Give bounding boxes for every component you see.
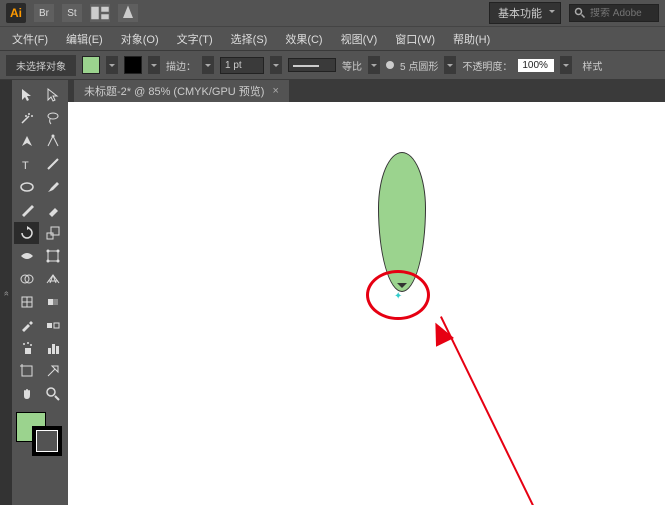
opacity-input[interactable]: 100% xyxy=(518,59,554,72)
column-graph-tool[interactable] xyxy=(40,337,65,359)
type-tool[interactable]: T xyxy=(14,153,39,175)
menu-help[interactable]: 帮助(H) xyxy=(445,28,498,50)
eraser-tool[interactable] xyxy=(40,199,65,221)
gpu-icon[interactable] xyxy=(118,4,138,22)
menu-file[interactable]: 文件(F) xyxy=(4,28,56,50)
selection-info: 未选择对象 xyxy=(6,55,76,76)
arrange-docs-icon[interactable] xyxy=(90,4,110,22)
stroke-dropdown[interactable] xyxy=(148,56,160,74)
lasso-tool[interactable] xyxy=(40,107,65,129)
menu-select[interactable]: 选择(S) xyxy=(223,28,276,50)
app-logo-icon: Ai xyxy=(6,3,26,23)
svg-text:T: T xyxy=(22,160,29,172)
fill-swatch[interactable] xyxy=(82,56,100,74)
close-icon[interactable]: × xyxy=(272,85,278,97)
document-tab-bar: 未标题-2* @ 85% (CMYK/GPU 预览) × xyxy=(68,80,665,102)
stroke-weight-input[interactable]: 1 pt xyxy=(220,57,264,74)
rotate-anchor-icon: ✦ xyxy=(394,291,402,302)
menu-effect[interactable]: 效果(C) xyxy=(277,28,330,50)
toolbox: T xyxy=(12,80,68,505)
profile-dropdown[interactable] xyxy=(444,56,456,74)
main-area: « T xyxy=(0,80,665,505)
line-segment-tool[interactable] xyxy=(40,153,65,175)
selection-tool[interactable] xyxy=(14,84,39,106)
search-icon xyxy=(574,7,586,19)
pencil-tool[interactable] xyxy=(14,199,39,221)
mesh-tool[interactable] xyxy=(14,291,39,313)
document-tab[interactable]: 未标题-2* @ 85% (CMYK/GPU 预览) × xyxy=(74,80,289,102)
width-tool[interactable] xyxy=(14,245,39,267)
style-label[interactable]: 样式 xyxy=(582,58,602,73)
menu-object[interactable]: 对象(O) xyxy=(113,28,167,50)
search-input[interactable] xyxy=(590,8,650,19)
scale-tool[interactable] xyxy=(40,222,65,244)
stock-icon[interactable]: St xyxy=(62,4,82,22)
panel-collapse-tab[interactable]: « xyxy=(0,80,12,505)
profile-label[interactable]: 5 点圆形 xyxy=(400,58,438,73)
eyedropper-tool[interactable] xyxy=(14,314,39,336)
stroke-swatch[interactable] xyxy=(124,56,142,74)
opacity-dropdown[interactable] xyxy=(560,56,572,74)
stroke-profile-dropdown[interactable] xyxy=(368,56,380,74)
gradient-tool[interactable] xyxy=(40,291,65,313)
zoom-tool[interactable] xyxy=(40,383,65,405)
document-area: 未标题-2* @ 85% (CMYK/GPU 预览) × ✦ xyxy=(68,80,665,505)
stroke-weight-stepper[interactable] xyxy=(202,56,214,74)
stroke-color-box[interactable] xyxy=(32,426,62,456)
search-box[interactable] xyxy=(569,4,659,22)
menu-edit[interactable]: 编辑(E) xyxy=(58,28,111,50)
stroke-weight-dropdown[interactable] xyxy=(270,56,282,74)
profile-dot-icon xyxy=(386,61,394,69)
app-top-bar: Ai Br St 基本功能 xyxy=(0,0,665,26)
artboard-tool[interactable] xyxy=(14,360,39,382)
direct-selection-tool[interactable] xyxy=(40,84,65,106)
canvas[interactable]: ✦ xyxy=(68,102,665,505)
annotation-arrow-head-icon xyxy=(422,309,454,347)
control-bar: 未选择对象 描边： 1 pt 等比 5 点圆形 不透明度： 100% 样式 xyxy=(0,50,665,80)
annotation-arrow-line xyxy=(440,316,538,505)
hand-tool[interactable] xyxy=(14,383,39,405)
uniform-label: 等比 xyxy=(342,58,362,73)
curvature-tool[interactable] xyxy=(40,130,65,152)
rotate-tool[interactable] xyxy=(14,222,39,244)
bridge-icon[interactable]: Br xyxy=(34,4,54,22)
paintbrush-tool[interactable] xyxy=(40,176,65,198)
slice-tool[interactable] xyxy=(40,360,65,382)
perspective-grid-tool[interactable] xyxy=(40,268,65,290)
fill-stroke-indicator[interactable] xyxy=(14,412,62,456)
document-tab-title: 未标题-2* @ 85% (CMYK/GPU 预览) xyxy=(84,83,264,99)
workspace-switcher[interactable]: 基本功能 xyxy=(489,2,561,24)
ellipse-tool[interactable] xyxy=(14,176,39,198)
stroke-style-preview[interactable] xyxy=(288,58,336,72)
shape-builder-tool[interactable] xyxy=(14,268,39,290)
menu-view[interactable]: 视图(V) xyxy=(333,28,386,50)
free-transform-tool[interactable] xyxy=(40,245,65,267)
menu-window[interactable]: 窗口(W) xyxy=(387,28,443,50)
menu-type[interactable]: 文字(T) xyxy=(169,28,221,50)
symbol-sprayer-tool[interactable] xyxy=(14,337,39,359)
stroke-label: 描边： xyxy=(166,58,196,73)
pen-tool[interactable] xyxy=(14,130,39,152)
opacity-label: 不透明度： xyxy=(462,58,512,73)
fill-dropdown[interactable] xyxy=(106,56,118,74)
blend-tool[interactable] xyxy=(40,314,65,336)
menu-bar: 文件(F) 编辑(E) 对象(O) 文字(T) 选择(S) 效果(C) 视图(V… xyxy=(0,26,665,50)
magic-wand-tool[interactable] xyxy=(14,107,39,129)
